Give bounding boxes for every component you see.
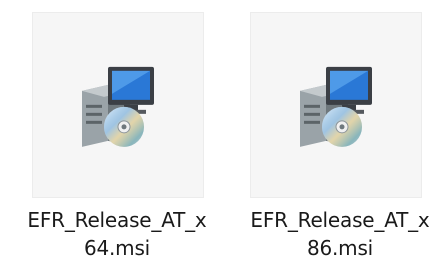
file-name-label[interactable]: EFR_Release_AT_x 64.msi	[12, 206, 222, 262]
file-name-line-2: 86.msi	[306, 236, 374, 260]
file-name-line-1: EFR_Release_AT_x	[27, 208, 207, 232]
file-thumbnail[interactable]	[250, 12, 422, 198]
file-item-efr-release-x86[interactable]: EFR_Release_AT_x 86.msi	[225, 0, 445, 273]
windows-installer-package-icon	[72, 61, 164, 153]
file-thumbnail[interactable]	[32, 12, 204, 198]
file-explorer-view: EFR_Release_AT_x 64.msi EFR_Release_AT_x…	[0, 0, 445, 273]
file-name-line-1: EFR_Release_AT_x	[250, 208, 430, 232]
file-name-line-2: 64.msi	[83, 236, 151, 260]
file-name-label[interactable]: EFR_Release_AT_x 86.msi	[235, 206, 445, 262]
windows-installer-package-icon	[290, 61, 382, 153]
file-item-efr-release-x64[interactable]: EFR_Release_AT_x 64.msi	[0, 0, 220, 273]
